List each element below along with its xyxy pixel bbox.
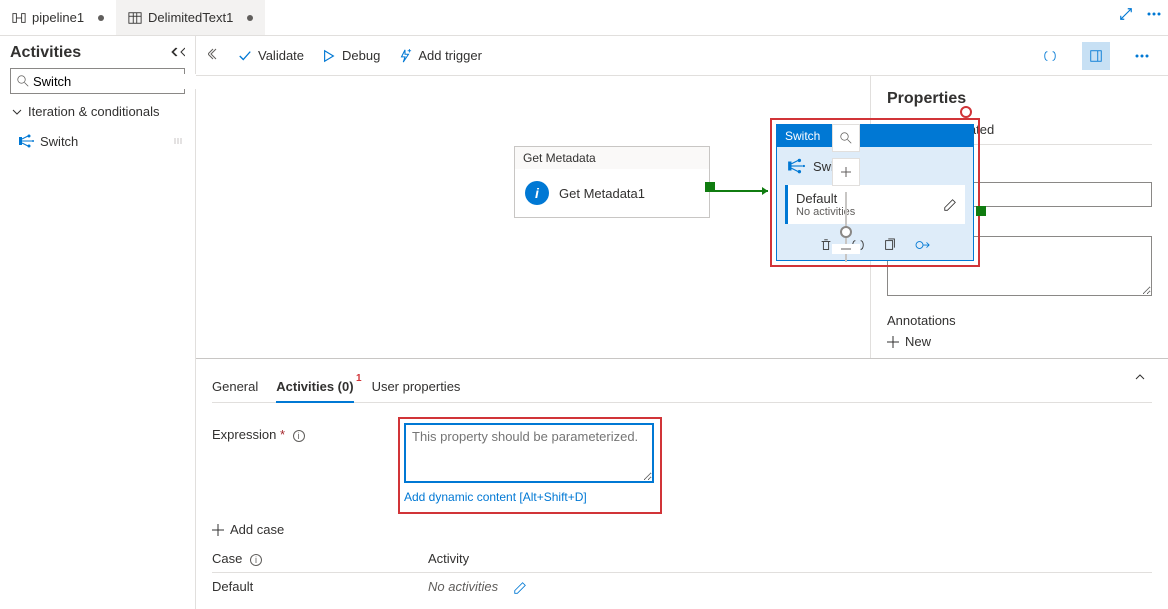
plus-icon [212, 524, 224, 536]
play-icon [322, 49, 336, 63]
case-header-label: Case [212, 551, 242, 566]
check-icon [238, 49, 252, 63]
case-activity: No activities [428, 579, 498, 594]
pipeline-icon [12, 11, 26, 25]
dirty-indicator-icon [247, 15, 253, 21]
add-trigger-button[interactable]: Add trigger [398, 48, 482, 63]
plus-icon [887, 336, 899, 348]
add-trigger-label: Add trigger [418, 48, 482, 63]
tab-general[interactable]: General [212, 371, 258, 402]
validate-button[interactable]: Validate [238, 48, 304, 63]
reset-zoom-button[interactable] [832, 124, 860, 152]
expand-icon[interactable] [1112, 0, 1140, 28]
info-icon[interactable]: i [293, 430, 305, 442]
node-toolbar [777, 232, 973, 260]
validation-error-icon [960, 106, 972, 118]
info-icon: i [525, 181, 549, 205]
new-label: New [905, 334, 931, 349]
sidebar-title: Activities [10, 44, 81, 62]
delete-icon[interactable] [819, 238, 833, 252]
properties-pane-button[interactable] [1082, 42, 1110, 70]
activities-sidebar: Activities Iteration & conditionals Swit… [0, 36, 196, 609]
add-dynamic-content-link[interactable]: Add dynamic content [Alt+Shift+D] [404, 490, 587, 504]
tab-label: DelimitedText1 [148, 10, 233, 25]
activity-details: General Activities (0) 1 User properties… [196, 358, 1168, 609]
collapse-icon[interactable] [165, 46, 185, 61]
case-row-default: Default No activities [212, 573, 1152, 601]
switch-icon [18, 133, 34, 149]
case-table-header: Case i Activity [212, 545, 1152, 573]
switch-icon [787, 157, 805, 175]
edit-icon[interactable] [943, 198, 957, 212]
debug-button[interactable]: Debug [322, 48, 380, 63]
more-icon[interactable] [1140, 0, 1168, 28]
expression-label: Expression * i [212, 417, 382, 442]
tab-activities-label: Activities (0) [276, 379, 353, 394]
pipeline-canvas[interactable]: Get Metadata i Get Metadata1 Switch [196, 76, 870, 358]
error-badge: 1 [356, 373, 362, 384]
chevron-down-icon [12, 107, 22, 117]
info-icon[interactable]: i [250, 554, 262, 566]
tab-pipeline1[interactable]: pipeline1 [0, 0, 116, 35]
zoom-thumb[interactable] [840, 226, 852, 238]
toolbar-more-icon[interactable] [1128, 42, 1156, 70]
node-get-metadata[interactable]: Get Metadata i Get Metadata1 [514, 146, 710, 218]
collapse-details-icon[interactable] [1134, 371, 1152, 402]
drag-handle-icon [173, 136, 183, 146]
tab-user-properties[interactable]: User properties [372, 371, 461, 402]
tab-label: pipeline1 [32, 10, 84, 25]
tab-delimitedtext1[interactable]: DelimitedText1 [116, 0, 265, 35]
panel-title: Properties [887, 90, 1152, 108]
node-switch[interactable]: Switch Switch1 Default No activities [776, 124, 974, 261]
edit-icon[interactable] [513, 581, 527, 595]
zoom-in-button[interactable] [832, 158, 860, 186]
expression-input[interactable] [404, 423, 654, 483]
case-name: Default [212, 579, 412, 595]
detail-tabs: General Activities (0) 1 User properties [212, 371, 1152, 403]
output-port[interactable] [976, 206, 986, 216]
activity-header-label: Activity [428, 551, 469, 566]
node-title: Get Metadata1 [559, 186, 645, 201]
edge[interactable] [710, 190, 768, 192]
link-out-icon[interactable] [915, 238, 931, 252]
trigger-icon [398, 49, 412, 63]
activities-search[interactable] [10, 68, 185, 94]
copy-icon[interactable] [883, 238, 897, 252]
debug-label: Debug [342, 48, 380, 63]
search-icon [17, 75, 29, 87]
center-column: Validate Debug Add trigger [196, 36, 1168, 609]
add-case-label: Add case [230, 522, 284, 537]
group-iteration-conditionals[interactable]: Iteration & conditionals [10, 100, 185, 123]
node-header: Switch [777, 125, 973, 147]
code-view-button[interactable] [1036, 42, 1064, 70]
add-annotation-button[interactable]: New [887, 328, 1152, 349]
dataset-icon [128, 11, 142, 25]
zoom-out-button[interactable] [832, 244, 860, 254]
collapse-toolbar-icon[interactable] [208, 48, 220, 63]
node-switch-highlight: Switch Switch1 Default No activities [770, 118, 980, 267]
group-label: Iteration & conditionals [28, 104, 160, 119]
add-case-button[interactable]: Add case [212, 514, 1152, 545]
node-header: Get Metadata [515, 147, 709, 169]
switch-default-case[interactable]: Default No activities [785, 185, 965, 224]
activity-switch-item[interactable]: Switch [10, 129, 185, 153]
tab-activities[interactable]: Activities (0) 1 [276, 371, 353, 402]
search-input[interactable] [33, 74, 209, 89]
pipeline-toolbar: Validate Debug Add trigger [196, 36, 1168, 76]
expression-highlight: Add dynamic content [Alt+Shift+D] [398, 417, 662, 514]
tree-item-label: Switch [40, 134, 78, 149]
document-tabs: pipeline1 DelimitedText1 [0, 0, 1168, 36]
validate-label: Validate [258, 48, 304, 63]
canvas-tools [832, 124, 860, 254]
dirty-indicator-icon [98, 15, 104, 21]
annotations-label: Annotations [887, 313, 1152, 328]
